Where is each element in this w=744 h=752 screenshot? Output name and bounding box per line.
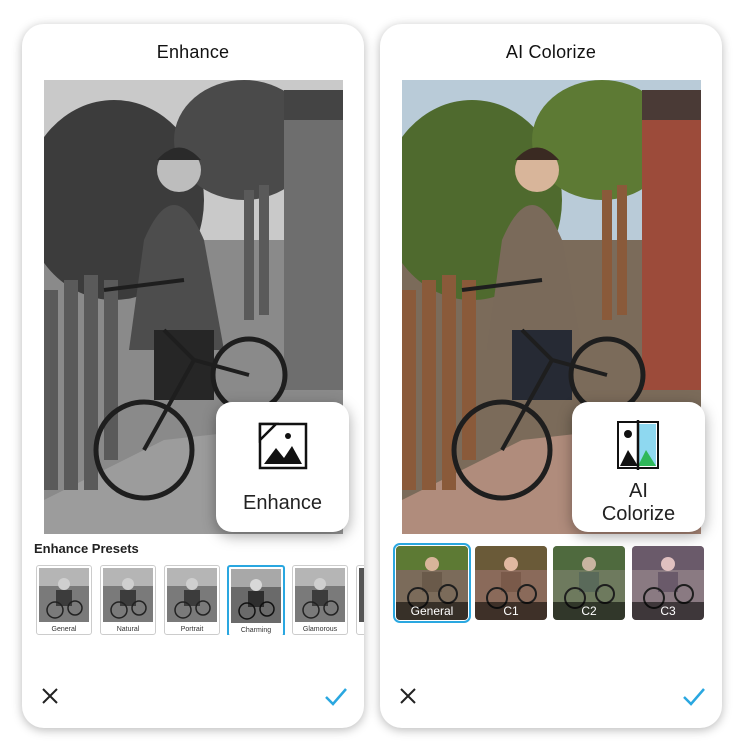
preset-thumbnail: [295, 568, 345, 622]
preset-label: General: [51, 626, 77, 633]
style-label: General: [396, 602, 468, 620]
style-label: C1: [475, 602, 547, 620]
colorize-badge-line1: AI: [629, 480, 648, 502]
preset-charming[interactable]: Charming: [227, 565, 285, 635]
style-general[interactable]: General: [393, 543, 471, 623]
preset-label: Portrait: [180, 626, 204, 633]
page-title: AI Colorize: [505, 42, 597, 62]
preset-natural[interactable]: Natural: [100, 565, 156, 635]
colorize-compare-icon: [572, 420, 705, 472]
colorize-badge-label: AI Colorize: [572, 480, 705, 526]
style-label: C2: [553, 602, 625, 620]
enhance-panel: Enhance Enhance Enhance Presets General …: [22, 24, 364, 728]
colorize-panel: AI Colorize AI Colorize General C1 C2 C3: [380, 24, 722, 728]
preset-thumbnail: [359, 568, 364, 622]
close-icon[interactable]: [38, 684, 62, 708]
preset-general[interactable]: General: [36, 565, 92, 635]
preset-thumbnail: [39, 568, 89, 622]
page-title: Enhance: [156, 42, 230, 62]
checkmark-icon[interactable]: [324, 684, 348, 708]
preset-thumbnail: [231, 569, 281, 623]
colorize-badge[interactable]: AI Colorize: [572, 402, 705, 532]
checkmark-icon[interactable]: [682, 684, 706, 708]
style-c3[interactable]: C3: [632, 546, 704, 620]
style-c1[interactable]: C1: [475, 546, 547, 620]
presets-title: Enhance Presets: [34, 541, 139, 556]
preset-label: Charming: [240, 627, 272, 634]
image-enhance-icon: [216, 420, 349, 472]
style-label: C3: [632, 602, 704, 620]
preset-label: Glamorous: [302, 626, 338, 633]
preset-glamorous[interactable]: Glamorous: [292, 565, 348, 635]
preset-thumbnail: [103, 568, 153, 622]
style-c2[interactable]: C2: [553, 546, 625, 620]
preset-next[interactable]: [356, 565, 364, 635]
preset-label: Natural: [116, 626, 140, 633]
enhance-badge[interactable]: Enhance: [216, 402, 349, 532]
enhance-badge-label: Enhance: [243, 492, 322, 514]
close-icon[interactable]: [396, 684, 420, 708]
presets-strip[interactable]: General Natural Portrait Charming Glamor…: [36, 565, 364, 635]
preset-thumbnail: [167, 568, 217, 622]
preset-portrait[interactable]: Portrait: [164, 565, 220, 635]
colorize-badge-line2: Colorize: [601, 503, 676, 525]
